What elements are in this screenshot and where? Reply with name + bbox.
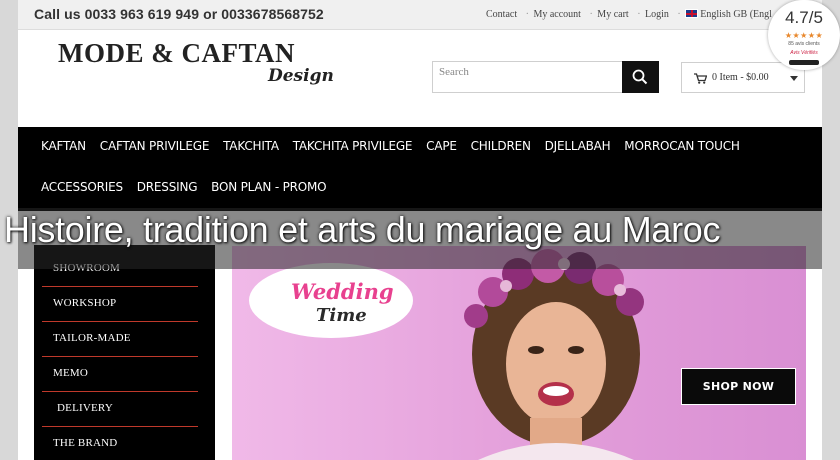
nav-item-cape[interactable]: CAPE [426, 139, 457, 153]
bride-photo [464, 249, 644, 460]
wedding-time-badge: Wedding Time [249, 263, 413, 338]
link-separator: · [637, 9, 641, 20]
sidebar-menu: SHOWROOM WORKSHOP TAILOR-MADE MEMO DELIV… [34, 245, 215, 460]
cart-summary: 0 Item - $0.00 [712, 72, 769, 83]
link-separator: · [589, 9, 593, 20]
chevron-down-icon [790, 76, 798, 81]
my-cart-link[interactable]: My cart [597, 9, 628, 20]
nav-item-caftan-privilege[interactable]: CAFTAN PRIVILEGE [100, 139, 210, 153]
top-bar: Call us 0033 963 619 949 or 003367856875… [18, 0, 822, 30]
link-separator: · [677, 9, 681, 20]
sidebar-item-delivery[interactable]: DELIVERY [42, 392, 198, 427]
language-selector[interactable]: English GB (Engl [700, 9, 772, 20]
sidebar-item-workshop[interactable]: WORKSHOP [42, 287, 198, 322]
logo-title[interactable]: MODE & CAFTAN [58, 38, 295, 69]
sidebar-item-tailor-made[interactable]: TAILOR-MADE [42, 322, 198, 357]
uk-flag-icon [685, 9, 699, 18]
review-brand: Avis Vérifiés [790, 50, 818, 56]
main-navigation: KAFTAN CAFTAN PRIVILEGE TAKCHITA TAKCHIT… [18, 127, 822, 211]
search-icon [632, 69, 648, 85]
nav-item-morrocan-touch[interactable]: MORROCAN TOUCH [624, 139, 740, 153]
nav-item-bon-plan-promo[interactable]: BON PLAN - PROMO [211, 180, 326, 194]
nav-item-takchita-privilege[interactable]: TAKCHITA PRIVILEGE [293, 139, 413, 153]
rating-score: 4.7/5 [785, 8, 823, 27]
time-word: Time [316, 305, 367, 326]
search-input[interactable]: Search [432, 61, 623, 93]
nav-row-1: KAFTAN CAFTAN PRIVILEGE TAKCHITA TAKCHIT… [41, 139, 750, 153]
wedding-word: Wedding [291, 279, 394, 304]
header: MODE & CAFTAN Design Search 0 Item - $0.… [18, 30, 822, 127]
account-links: Contact · My account · My cart · Login ·… [486, 9, 772, 20]
badge-bar [789, 60, 819, 65]
cart-icon [694, 73, 707, 84]
sidebar-item-the-brand[interactable]: THE BRAND [42, 427, 198, 460]
nav-item-children[interactable]: CHILDREN [471, 139, 531, 153]
login-link[interactable]: Login [645, 9, 669, 20]
rating-stars-icon: ★★★★★ [784, 31, 824, 40]
sidebar-item-memo[interactable]: MEMO [42, 357, 198, 392]
nav-item-takchita[interactable]: TAKCHITA [223, 139, 279, 153]
contact-link[interactable]: Contact [486, 9, 517, 20]
nav-item-kaftan[interactable]: KAFTAN [41, 139, 86, 153]
cart-dropdown[interactable]: 0 Item - $0.00 [681, 62, 805, 93]
nav-row-2: ACCESSORIES DRESSING BON PLAN - PROMO [41, 180, 336, 194]
my-account-link[interactable]: My account [533, 9, 581, 20]
phone-number: Call us 0033 963 619 949 or 003367856875… [34, 6, 324, 22]
shop-now-button[interactable]: SHOP NOW [681, 368, 796, 405]
wedding-banner[interactable]: Wedding Time SHOP NOW [232, 246, 806, 460]
review-count: 85 avis clients [788, 41, 820, 47]
nav-item-dressing[interactable]: DRESSING [137, 180, 198, 194]
page-title: Histoire, tradition et arts du mariage a… [4, 209, 721, 250]
nav-item-accessories[interactable]: ACCESSORIES [41, 180, 123, 194]
nav-item-djellabah[interactable]: DJELLABAH [545, 139, 611, 153]
rating-badge[interactable]: 4.7/5 ★★★★★ 85 avis clients Avis Vérifié… [768, 0, 840, 70]
link-separator: · [525, 9, 529, 20]
logo-subtitle[interactable]: Design [268, 66, 334, 86]
search-button[interactable] [622, 61, 659, 93]
page: Call us 0033 963 619 949 or 003367856875… [0, 0, 840, 460]
